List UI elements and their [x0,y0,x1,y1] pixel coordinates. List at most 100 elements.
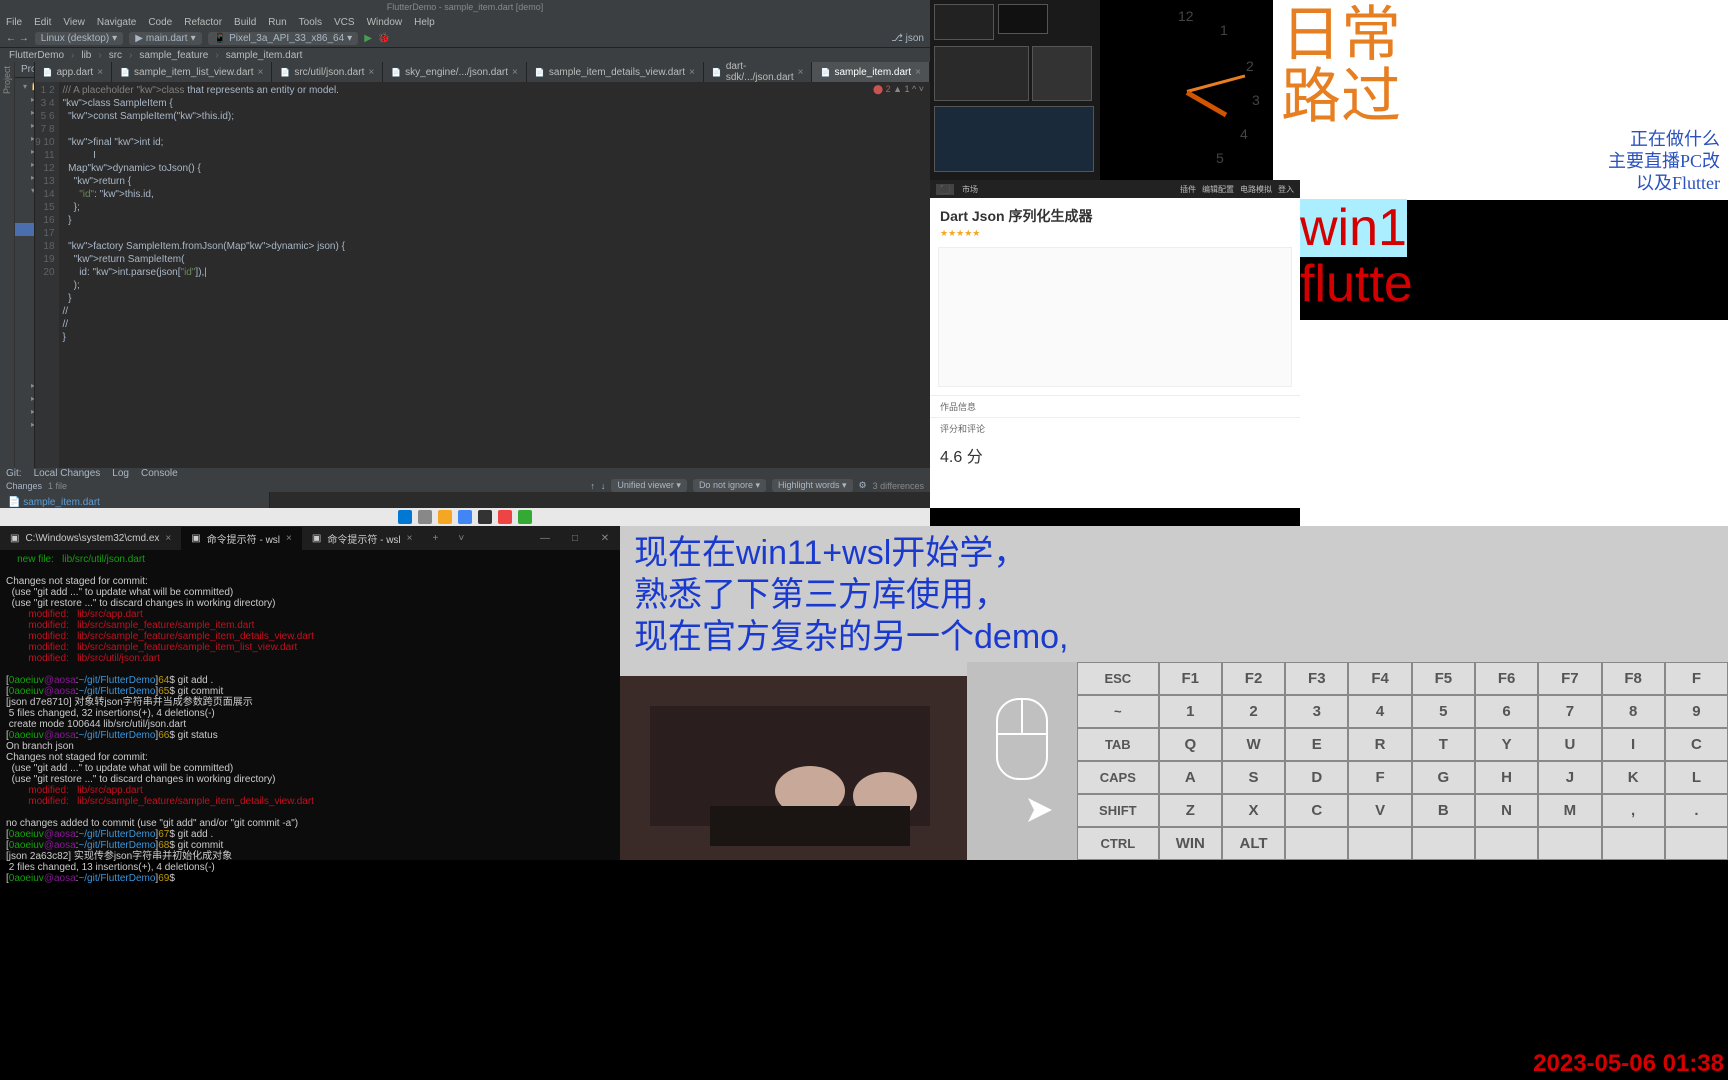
android-studio-icon[interactable] [518,510,532,524]
vcs-tab[interactable]: Log [112,468,129,479]
menu-navigate[interactable]: Navigate [97,17,136,28]
tree-item[interactable]: ▾📁FlutterDemo [demo] ~/git/FlutterDemo [15,80,34,93]
close-icon[interactable]: ✕ [590,533,620,544]
terminal-tab[interactable]: ▣C:\Windows\system32\cmd.ex× [0,527,181,550]
start-icon[interactable] [398,510,412,524]
breadcrumb-item[interactable]: src [106,50,125,61]
explorer-icon[interactable] [438,510,452,524]
breadcrumb-item[interactable]: sample_item.dart [223,50,306,61]
menu-help[interactable]: Help [414,17,435,28]
editor-tab[interactable]: 📄dart-sdk/.../json.dart× [704,62,813,82]
tree-item[interactable]: ▸📁assets [15,145,34,158]
tree-item[interactable]: ▸📁script [15,405,34,418]
project-header[interactable]: Project▾ ⚙ [15,62,34,78]
new-tab-icon[interactable]: + [423,533,449,544]
menu-build[interactable]: Build [234,17,256,28]
editor-tab[interactable]: 📄src/util/json.dart× [272,62,383,82]
chrome-icon[interactable] [458,510,472,524]
terminal-body[interactable]: new file: lib/src/util/json.dart Changes… [0,550,620,888]
gear-icon[interactable]: ⚙ [859,480,867,491]
diff-prev-icon[interactable]: ↑ [590,481,595,491]
changes-label[interactable]: Changes [6,481,42,491]
emulator-dropdown[interactable]: 📱 Pixel_3a_API_33_x86_64 ▾ [208,32,359,45]
tree-item[interactable]: ▾📁util [15,327,35,340]
tree-item[interactable]: 📄sample_item_list_view.dart [15,262,35,275]
tree-item[interactable]: 📄app.dart [15,353,35,366]
device-dropdown[interactable]: Linux (desktop) ▾ [35,32,123,45]
terminal-tab[interactable]: ▣命令提示符 - wsl× [302,527,423,550]
tree-item[interactable]: ▸📁localization [15,210,35,223]
vcs-tabs[interactable]: Git:Local ChangesLogConsole [0,468,930,479]
tree-item[interactable]: 📄settings_view.dart [15,314,35,327]
plugin-topbar[interactable]: ⬛ 市场 插件编辑配置电路模拟登入 [930,180,1300,198]
tree-item[interactable]: ▾📁sample_feature [15,223,35,236]
highlight-dropdown[interactable]: Highlight words ▾ [772,479,853,492]
diff-next-icon[interactable]: ↓ [601,481,606,491]
tree-item[interactable]: ▸📁build [15,158,34,171]
tree-item[interactable]: ▸📁ios [15,171,34,184]
editor-tab[interactable]: 📄sky_engine/.../json.dart× [383,62,527,82]
tree-item[interactable]: ▸📁.idea [15,119,34,132]
tree-item[interactable]: 📄main.dart [15,366,35,379]
run-icon[interactable]: ▶ [364,33,372,44]
nav-link[interactable]: 电路模拟 [1240,184,1272,195]
breadcrumb-item[interactable]: FlutterDemo [6,50,67,61]
tree-item[interactable]: ▸📁test [15,418,34,431]
debug-icon[interactable]: 🐞 [378,33,390,44]
nav-link[interactable]: 编辑配置 [1202,184,1234,195]
nav-link[interactable]: 登入 [1278,184,1294,195]
tree-item[interactable]: ▸📁.github [15,106,34,119]
tree-item[interactable]: ▸📁android [demo_android] [15,132,34,145]
editor-tab[interactable]: 📄sample_item_list_view.dart× [112,62,272,82]
app-icon[interactable] [498,510,512,524]
tree-item[interactable]: 📄settings_controller.dart [15,288,35,301]
tree-item[interactable]: 📄sample_item.dart [15,236,35,249]
tree-item[interactable]: ▾📁src [15,197,35,210]
ignore-dropdown[interactable]: Do not ignore ▾ [693,479,766,492]
terminal-icon[interactable] [478,510,492,524]
menu-tools[interactable]: Tools [299,17,322,28]
editor-tab[interactable]: 📄sample_item.dart× [812,62,930,82]
viewer-dropdown[interactable]: Unified viewer ▾ [611,479,687,492]
nav-link[interactable]: 插件 [1180,184,1196,195]
menu-refactor[interactable]: Refactor [184,17,222,28]
breadcrumb-item[interactable]: lib [78,50,94,61]
minimize-icon[interactable]: — [530,533,560,544]
editor-tab[interactable]: 📄sample_item_details_view.dart× [527,62,704,82]
menu-vcs[interactable]: VCS [334,17,355,28]
tree-item[interactable]: ▸📁.dart_tool [15,93,34,106]
tree-item[interactable]: ▸📁macos [15,392,34,405]
maximize-icon[interactable]: □ [560,533,590,544]
breadcrumb-item[interactable]: sample_feature [136,50,211,61]
tree-item[interactable]: ▾📁settings [15,275,35,288]
project-tree[interactable]: ▾📁FlutterDemo [demo] ~/git/FlutterDemo▸📁… [15,78,34,433]
vcs-tab[interactable]: Git: [6,468,22,479]
editor-tabs[interactable]: 📄app.dart×📄sample_item_list_view.dart×📄s… [35,62,930,82]
tab-dropdown-icon[interactable]: ˅ [448,533,474,544]
tree-item[interactable]: ▸📁linux [15,379,34,392]
code-body[interactable]: /// A placeholder "kw">class that repres… [59,82,930,468]
tree-item[interactable]: ▾📁lib [15,184,34,197]
nav-history[interactable]: ← → [6,33,29,44]
menu-window[interactable]: Window [367,17,403,28]
vcs-tab[interactable]: Local Changes [34,468,101,479]
git-branch[interactable]: ⎇ json [891,33,924,44]
menu-view[interactable]: View [63,17,85,28]
project-tab-icon[interactable]: Project [0,62,14,98]
menu-run[interactable]: Run [268,17,286,28]
menu-code[interactable]: Code [148,17,172,28]
run-config-dropdown[interactable]: ▶ main.dart ▾ [129,32,201,45]
error-indicator[interactable]: ⬤ 2 ▲ 1 ^ ˅ [873,84,924,95]
windows-taskbar[interactable] [0,508,930,526]
menu-file[interactable]: File [6,17,22,28]
left-tool-gutter[interactable]: Project [0,62,15,468]
editor-tab[interactable]: 📄app.dart× [35,62,113,82]
menu-edit[interactable]: Edit [34,17,51,28]
search-icon[interactable] [418,510,432,524]
tree-item[interactable]: 📄sample_item_details_view.dart [15,249,35,262]
terminal-tab[interactable]: ▣命令提示符 - wsl× [181,527,302,550]
tree-item[interactable]: 📄json.dart [15,340,35,353]
terminal-tabs[interactable]: ▣C:\Windows\system32\cmd.ex×▣命令提示符 - wsl… [0,526,620,550]
tree-item[interactable]: 📄settings_service.dart [15,301,35,314]
code-editor[interactable]: 1 2 3 4 5 6 7 8 9 10 11 12 13 14 15 16 1… [35,82,930,468]
